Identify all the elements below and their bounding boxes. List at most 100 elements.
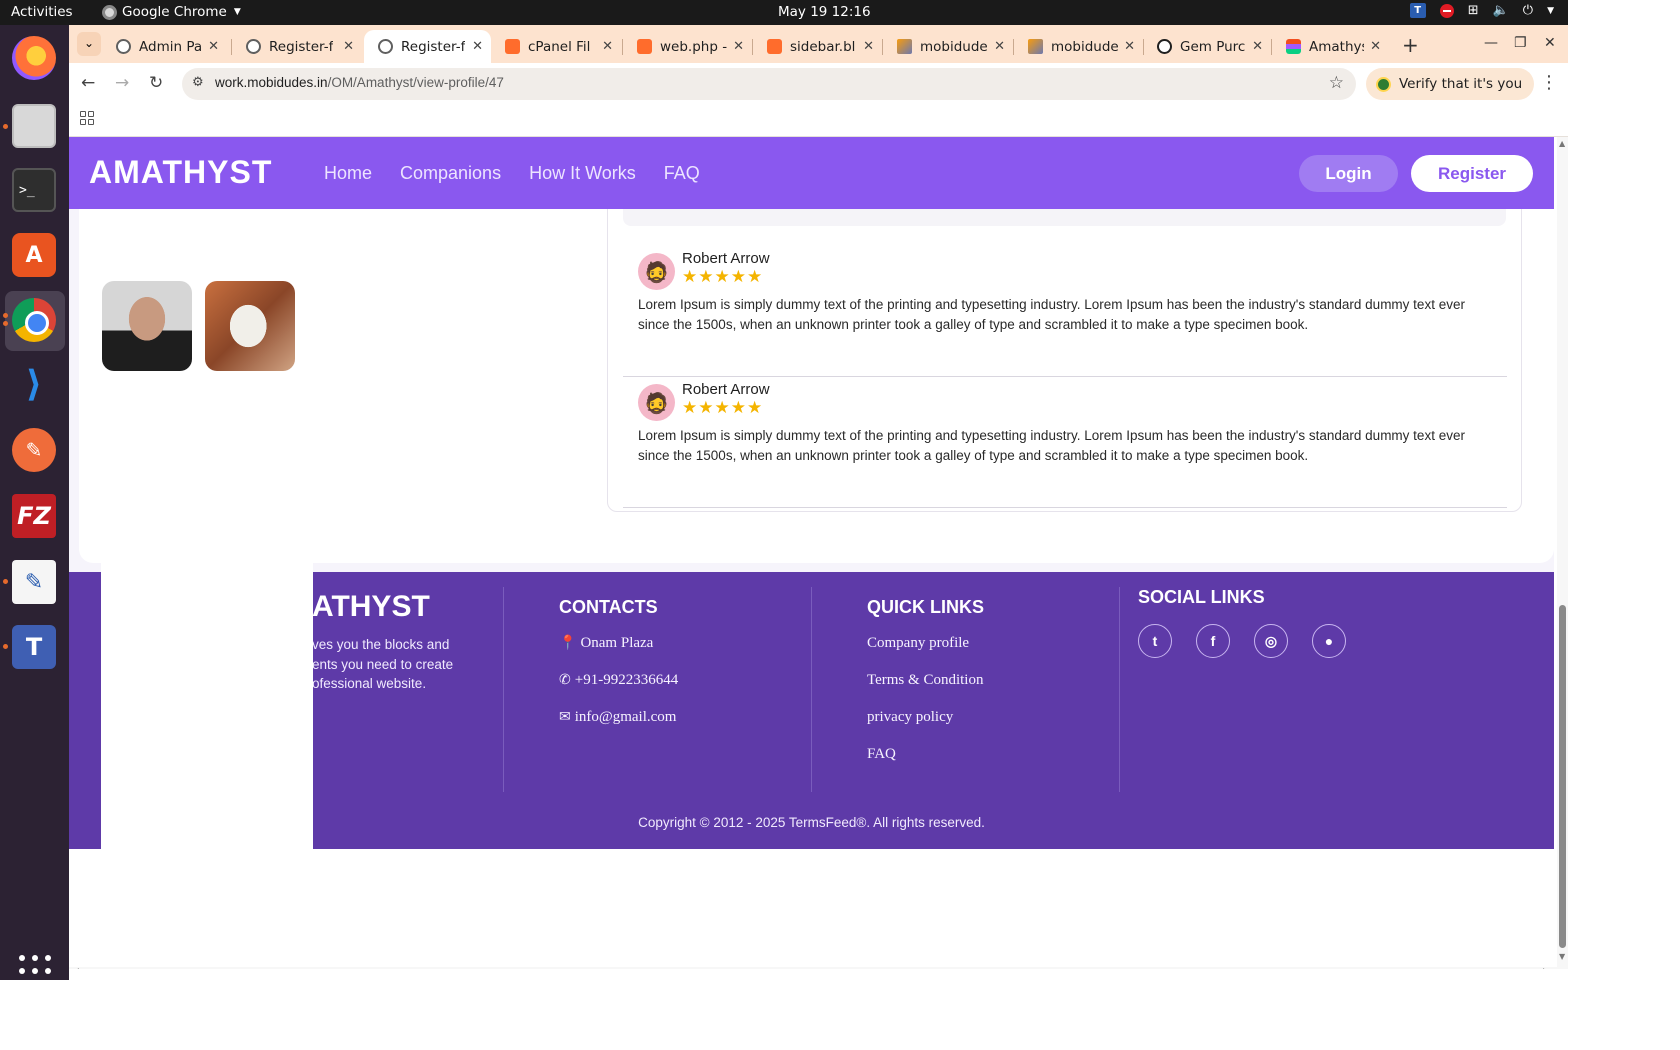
scroll-up-icon[interactable]: ▲: [1559, 139, 1565, 148]
close-tab-icon[interactable]: ✕: [1364, 39, 1381, 54]
teams-tray-icon[interactable]: T: [1409, 3, 1426, 18]
main-nav: Home Companions How It Works FAQ: [324, 163, 700, 184]
contact-phone[interactable]: ✆ +91-9922336644: [559, 672, 678, 689]
nav-how-it-works[interactable]: How It Works: [529, 163, 636, 184]
nav-home[interactable]: Home: [324, 163, 372, 184]
footer-logo: ATHYST: [312, 590, 430, 623]
tab[interactable]: mobidude ✕: [1014, 30, 1143, 63]
close-tab-icon[interactable]: ✕: [202, 39, 219, 54]
close-tab-icon[interactable]: ✕: [1118, 39, 1135, 54]
tab[interactable]: cPanel Fil ✕: [491, 30, 621, 63]
gallery-photo-book[interactable]: [205, 281, 295, 371]
caret-down-icon[interactable]: ▼: [1547, 6, 1554, 16]
terminal-icon[interactable]: >_: [12, 168, 56, 212]
link-faq[interactable]: FAQ: [867, 746, 896, 763]
dock: >_ A ⟩ ✎ FZ ✎ T: [0, 25, 69, 987]
close-tab-icon[interactable]: ✕: [1246, 39, 1263, 54]
link-company-profile[interactable]: Company profile: [867, 635, 969, 652]
do-not-disturb-icon[interactable]: [1439, 3, 1454, 18]
url-text[interactable]: work.mobidudes.in/OM/Amathyst/view-profi…: [215, 75, 504, 90]
system-tray[interactable]: T ⊞ 🔈 ⏻ ▼: [1409, 3, 1554, 18]
app-menu[interactable]: Google Chrome ▼: [102, 4, 241, 20]
postman-icon[interactable]: ✎: [12, 428, 56, 472]
register-button[interactable]: Register: [1411, 155, 1533, 192]
nav-companions[interactable]: Companions: [400, 163, 501, 184]
footer-divider: [503, 587, 504, 792]
caret-down-icon: ▼: [233, 7, 241, 17]
reviewer-name: Robert Arrow: [682, 250, 770, 267]
files-icon[interactable]: [12, 104, 56, 148]
show-apps-icon[interactable]: [19, 955, 51, 987]
tab[interactable]: Gem Purc ✕: [1143, 30, 1271, 63]
site-info-icon[interactable]: ⚙: [192, 75, 204, 90]
minimize-icon[interactable]: —: [1484, 35, 1498, 51]
address-bar[interactable]: ⚙ work.mobidudes.in/OM/Amathyst/view-pro…: [182, 68, 1356, 100]
new-tab-button[interactable]: +: [1402, 33, 1419, 57]
toolbar: ← → ↻ ⚙ work.mobidudes.in/OM/Amathyst/vi…: [69, 63, 1568, 103]
clock[interactable]: May 19 12:16: [778, 4, 871, 20]
tab[interactable]: web.php - ✕: [623, 30, 752, 63]
volume-icon[interactable]: 🔈: [1493, 3, 1509, 18]
tab[interactable]: sidebar.bl ✕: [753, 30, 882, 63]
nav-faq[interactable]: FAQ: [664, 163, 700, 184]
app-center-icon[interactable]: A: [12, 233, 56, 277]
tab-title: Gem Purc: [1180, 38, 1246, 55]
apps-grid-icon[interactable]: [80, 111, 94, 125]
bookmark-star-icon[interactable]: ☆: [1329, 73, 1344, 93]
bookmarks-bar: [69, 103, 1568, 137]
power-icon[interactable]: ⏻: [1523, 3, 1533, 18]
github-icon[interactable]: ●: [1312, 624, 1346, 658]
link-terms[interactable]: Terms & Condition: [867, 672, 983, 689]
close-tab-icon[interactable]: ✕: [727, 39, 744, 54]
running-indicator: [3, 313, 8, 318]
tab[interactable]: Amathyst ✕: [1272, 30, 1389, 63]
activities-button[interactable]: Activities: [11, 4, 73, 20]
close-tab-icon[interactable]: ✕: [857, 39, 874, 54]
page-viewport: 🧔 Robert Arrow ★★★★★ Lorem Ipsum is simp…: [69, 137, 1568, 969]
chrome-small-icon: [102, 4, 117, 20]
close-tab-icon[interactable]: ✕: [988, 39, 1005, 54]
close-tab-icon[interactable]: ✕: [337, 39, 354, 54]
cpanel-icon: [637, 39, 652, 54]
vscode-icon[interactable]: ⟩: [12, 362, 56, 406]
horizontal-scrollbar[interactable]: ◀ ▶: [69, 967, 1557, 969]
scroll-left-icon[interactable]: ◀: [72, 967, 79, 969]
close-window-icon[interactable]: ✕: [1544, 35, 1556, 51]
tab[interactable]: Admin Pa ✕: [102, 30, 227, 63]
close-tab-icon[interactable]: ✕: [596, 39, 613, 54]
filezilla-icon[interactable]: FZ: [12, 494, 56, 538]
network-icon[interactable]: ⊞: [1468, 3, 1479, 18]
instagram-icon[interactable]: ◎: [1254, 624, 1288, 658]
tab-title: Register-f: [269, 38, 334, 55]
facebook-icon[interactable]: f: [1196, 624, 1230, 658]
reload-icon[interactable]: ↻: [149, 73, 163, 93]
scroll-down-icon[interactable]: ▼: [1559, 952, 1565, 961]
maximize-icon[interactable]: ❐: [1514, 35, 1527, 51]
menu-kebab-icon[interactable]: ⋮: [1540, 72, 1558, 93]
firefox-icon[interactable]: [12, 36, 56, 80]
review-text: Lorem Ipsum is simply dummy text of the …: [638, 297, 1465, 332]
scroll-right-icon[interactable]: ▶: [1543, 967, 1550, 969]
verify-identity-chip[interactable]: Verify that it's you: [1366, 68, 1535, 100]
text-editor-icon[interactable]: ✎: [12, 560, 56, 604]
star-rating: ★★★★★: [682, 398, 764, 418]
gallery-photo-man[interactable]: [102, 281, 192, 371]
tab-active[interactable]: Register-f ✕: [364, 30, 491, 63]
login-button[interactable]: Login: [1299, 155, 1398, 192]
vertical-scrollbar[interactable]: ▲ ▼: [1557, 137, 1568, 969]
scroll-thumb[interactable]: [1559, 605, 1566, 948]
link-privacy-policy[interactable]: privacy policy: [867, 709, 953, 726]
footer-about-line: ves you the blocks and: [312, 637, 450, 652]
tab-search-button[interactable]: ⌄: [77, 32, 101, 56]
teams-icon[interactable]: T: [12, 625, 56, 669]
site-logo[interactable]: AMATHYST: [89, 154, 272, 191]
twitter-icon[interactable]: t: [1138, 624, 1172, 658]
tab[interactable]: Register-f ✕: [232, 30, 362, 63]
tab[interactable]: mobidude ✕: [883, 30, 1013, 63]
back-icon[interactable]: ←: [81, 73, 95, 93]
chrome-icon[interactable]: [12, 298, 56, 342]
forward-icon[interactable]: →: [115, 73, 129, 93]
contact-email[interactable]: ✉ info@gmail.com: [559, 709, 676, 726]
close-tab-icon[interactable]: ✕: [466, 39, 483, 54]
review-item: 🧔 Robert Arrow ★★★★★ Lorem Ipsum is simp…: [623, 247, 1507, 377]
